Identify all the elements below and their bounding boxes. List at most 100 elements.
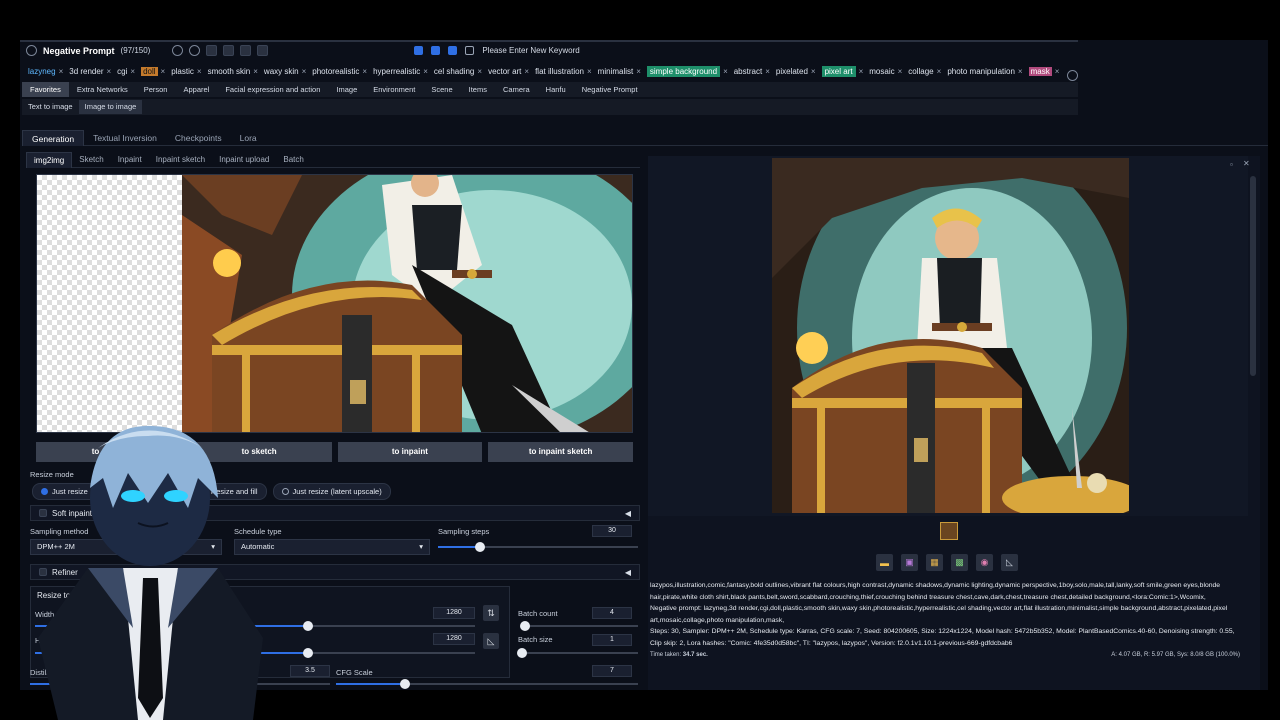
remove-tag-icon[interactable]: × <box>362 67 367 76</box>
main-tab[interactable]: Checkpoints <box>166 130 231 146</box>
gallery-thumbnail[interactable] <box>940 522 958 540</box>
remove-tag-icon[interactable]: × <box>587 67 592 76</box>
folder-icon[interactable]: ▬ <box>876 554 893 571</box>
remove-tag-icon[interactable]: × <box>898 67 903 76</box>
remove-tag-icon[interactable]: × <box>130 67 135 76</box>
option-checkbox-3[interactable] <box>448 46 458 55</box>
close-icon[interactable]: ✕ <box>1243 159 1250 168</box>
img2img-tab[interactable]: Inpaint upload <box>212 152 276 168</box>
remove-tag-icon[interactable]: × <box>859 67 864 76</box>
negative-tag[interactable]: pixelated × <box>776 67 816 76</box>
sub-tab[interactable]: Text to image <box>22 100 79 114</box>
main-tab[interactable]: Textual Inversion <box>84 130 166 146</box>
send-to-extras-icon[interactable]: ◺ <box>1001 554 1018 571</box>
remove-tag-icon[interactable]: × <box>59 67 64 76</box>
input-image-canvas[interactable] <box>36 174 633 433</box>
img2img-tab[interactable]: Inpaint sketch <box>149 152 212 168</box>
cfg-scale-input[interactable]: 7 <box>592 665 632 677</box>
generated-image[interactable] <box>772 158 1129 513</box>
cfg-scale-slider[interactable] <box>336 679 638 689</box>
remove-tag-icon[interactable]: × <box>161 67 166 76</box>
zip-icon[interactable]: ▦ <box>926 554 943 571</box>
trash-icon[interactable] <box>257 45 269 56</box>
negative-tag[interactable]: smooth skin × <box>208 67 258 76</box>
remove-tag-icon[interactable]: × <box>723 67 728 76</box>
negative-tag[interactable]: plastic × <box>171 67 201 76</box>
negative-tag[interactable]: abstract × <box>734 67 770 76</box>
negative-tag[interactable]: photo manipulation × <box>947 67 1022 76</box>
remove-tag-icon[interactable]: × <box>423 67 428 76</box>
category-tab[interactable]: Extra Networks <box>69 82 136 97</box>
negative-tag[interactable]: mosaic × <box>869 67 902 76</box>
batch-count-input[interactable]: 4 <box>592 607 632 619</box>
category-tab[interactable]: Negative Prompt <box>574 82 646 97</box>
negative-tag[interactable]: simple background × <box>646 66 728 77</box>
category-tab[interactable]: Apparel <box>175 82 217 97</box>
negative-tag[interactable]: flat illustration × <box>535 67 592 76</box>
category-tab[interactable]: Person <box>136 82 176 97</box>
undo-icon[interactable] <box>240 45 252 56</box>
category-tab[interactable]: Environment <box>365 82 423 97</box>
save-icon[interactable]: ▣ <box>901 554 918 571</box>
negative-tag[interactable]: photorealistic × <box>312 67 367 76</box>
negative-tag[interactable]: 3d render × <box>69 67 111 76</box>
remove-tag-icon[interactable]: × <box>1018 67 1023 76</box>
refresh-icon[interactable] <box>189 45 201 56</box>
negative-tag[interactable]: mask × <box>1028 67 1060 76</box>
category-tab[interactable]: Favorites <box>22 82 69 97</box>
auto-size-icon[interactable]: ◺ <box>483 633 499 649</box>
option-checkbox-4[interactable] <box>465 46 475 55</box>
negative-tag[interactable]: waxy skin × <box>264 67 306 76</box>
resize-mode-option[interactable]: Just resize (latent upscale) <box>272 483 391 500</box>
batch-size-slider[interactable] <box>517 648 638 658</box>
category-tab[interactable]: Camera <box>495 82 538 97</box>
negative-tag[interactable]: lazyneg × <box>28 67 63 76</box>
negative-tag[interactable]: cgi × <box>117 67 135 76</box>
option-checkbox-2[interactable] <box>431 46 441 55</box>
remove-tag-icon[interactable]: × <box>636 67 641 76</box>
option-checkbox-1[interactable] <box>414 46 424 55</box>
batch-count-slider[interactable] <box>520 621 638 631</box>
category-tab[interactable]: Items <box>461 82 495 97</box>
remove-tag-icon[interactable]: × <box>937 67 942 76</box>
negative-tag[interactable]: hyperrealistic × <box>373 67 428 76</box>
negative-tag[interactable]: minimalist × <box>598 67 641 76</box>
main-tab[interactable]: Lora <box>231 130 266 146</box>
width-input[interactable]: 1280 <box>433 607 475 619</box>
copy-icon[interactable] <box>206 45 218 56</box>
negative-tag[interactable]: vector art × <box>488 67 529 76</box>
negative-tag[interactable]: doll × <box>141 67 165 76</box>
sampling-steps-slider[interactable] <box>438 542 638 552</box>
remove-tag-icon[interactable]: × <box>1055 67 1060 76</box>
sub-tab[interactable]: Image to image <box>78 100 143 114</box>
img2img-tab[interactable]: Sketch <box>72 152 110 168</box>
fullscreen-icon[interactable]: ▫ <box>1230 160 1233 169</box>
remove-tag-icon[interactable]: × <box>302 67 307 76</box>
gallery-scrollbar[interactable] <box>1250 176 1256 376</box>
category-tab[interactable]: Image <box>328 82 365 97</box>
remove-tag-icon[interactable]: × <box>811 67 816 76</box>
remove-tag-icon[interactable]: × <box>765 67 770 76</box>
sampling-steps-input[interactable]: 30 <box>592 525 632 537</box>
keyword-input[interactable]: Please Enter New Keyword <box>482 46 579 55</box>
negative-tag[interactable]: cel shading × <box>434 67 482 76</box>
send-to-img2img-icon[interactable]: ▩ <box>951 554 968 571</box>
expand-tags-icon[interactable] <box>1067 70 1078 81</box>
img2img-tab[interactable]: Inpaint <box>111 152 149 168</box>
height-input[interactable]: 1280 <box>433 633 475 645</box>
send-to-button[interactable]: to inpaint sketch <box>488 442 633 462</box>
batch-size-input[interactable]: 1 <box>592 634 632 646</box>
negative-tag[interactable]: collage × <box>908 67 941 76</box>
remove-tag-icon[interactable]: × <box>524 67 529 76</box>
img2img-tab[interactable]: img2img <box>26 151 73 168</box>
collapse-icon[interactable] <box>26 45 37 56</box>
remove-tag-icon[interactable]: × <box>477 67 482 76</box>
remove-tag-icon[interactable]: × <box>107 67 112 76</box>
negative-tag[interactable]: pixel art × <box>821 66 864 77</box>
send-to-inpaint-icon[interactable]: ◉ <box>976 554 993 571</box>
swap-dimensions-icon[interactable]: ⇅ <box>483 605 499 621</box>
category-tab[interactable]: Scene <box>423 82 460 97</box>
paste-icon[interactable] <box>223 45 235 56</box>
remove-tag-icon[interactable]: × <box>197 67 202 76</box>
category-tab[interactable]: Facial expression and action <box>217 82 328 97</box>
